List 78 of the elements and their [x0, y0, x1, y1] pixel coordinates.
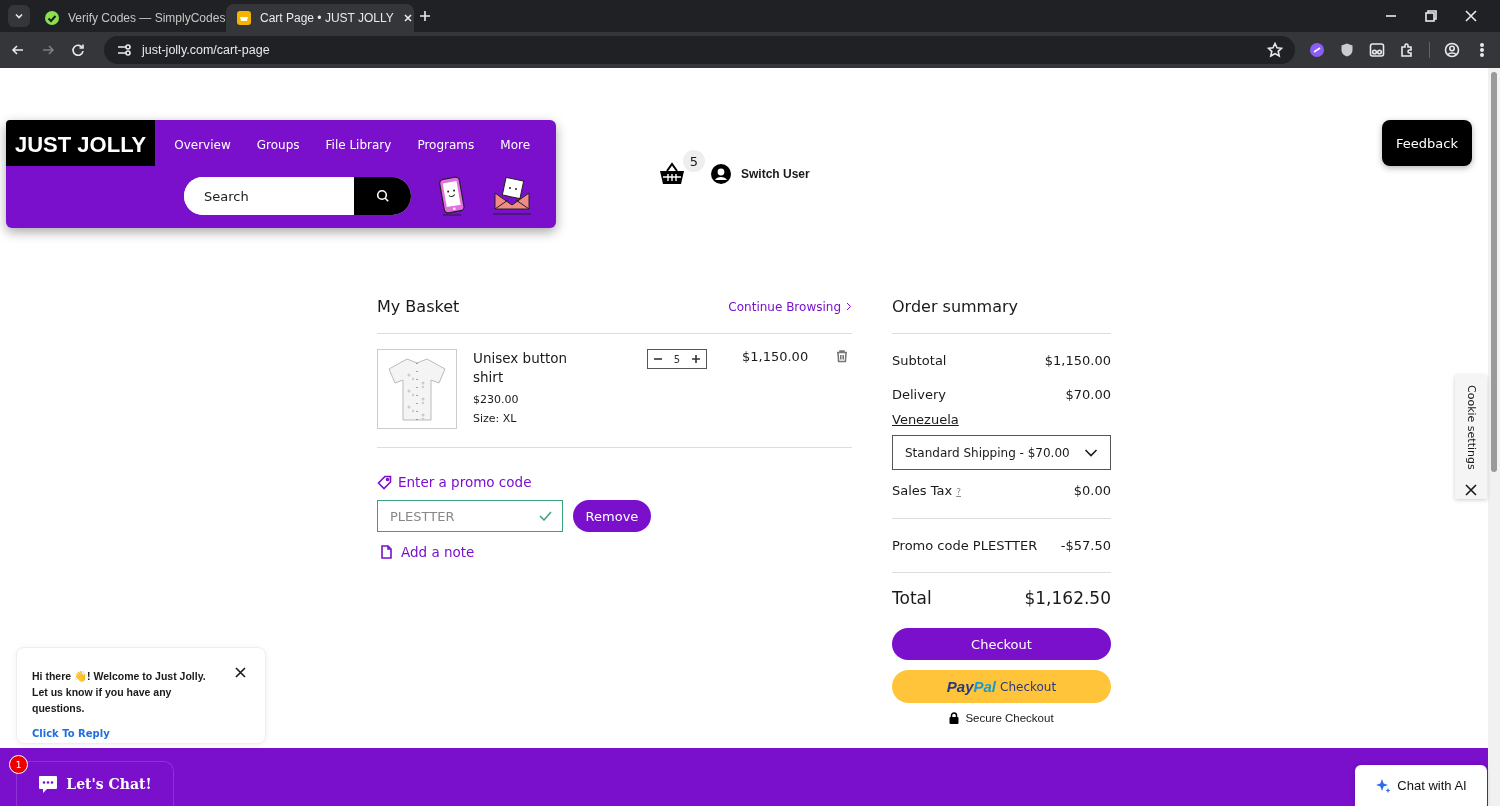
reload-icon[interactable]	[70, 42, 86, 58]
nav-link[interactable]: File Library	[312, 138, 405, 152]
discount-value: -$57.50	[1060, 538, 1111, 553]
chevron-down-icon	[1084, 448, 1098, 457]
paypal-checkout-button[interactable]: PayPal Checkout	[892, 670, 1111, 703]
promo-label: Promo code PLESTTER	[892, 538, 1038, 553]
checkmark-icon	[539, 511, 552, 521]
chat-message: Hi there 👋! Welcome to Just Jolly. Let us know if you have any questions.	[32, 669, 207, 716]
sparkle-icon	[1375, 777, 1392, 794]
tick-favicon-icon	[44, 10, 60, 26]
nav-link[interactable]: Groups	[243, 138, 313, 152]
close-icon[interactable]	[235, 667, 246, 678]
site-settings-icon[interactable]	[116, 42, 132, 58]
logo[interactable]: JUST JOLLY	[6, 120, 156, 166]
product-size: Size: XL	[473, 412, 518, 425]
basket-icon[interactable]	[659, 162, 685, 186]
summary-value: $1,150.00	[1044, 353, 1111, 368]
summary-value: $0.00	[1073, 483, 1111, 498]
envelope-drawing[interactable]	[493, 177, 531, 215]
cart-count-badge: 5	[683, 150, 705, 172]
cookie-settings-button[interactable]: Cookie settings	[1464, 385, 1478, 470]
checkout-button[interactable]: Checkout	[892, 628, 1111, 660]
promo-code-input[interactable]: PLESTTER	[388, 507, 539, 525]
summary-title: Order summary	[892, 297, 1019, 316]
chat-bubble-icon	[38, 774, 59, 794]
search-button[interactable]	[354, 177, 411, 215]
summary-value: $70.00	[1065, 387, 1111, 402]
lock-icon	[949, 712, 960, 724]
tab-title: Verify Codes — SimplyCodes	[68, 11, 226, 25]
summary-label: Sales Tax	[892, 483, 953, 498]
summary-label: Delivery	[892, 387, 946, 402]
country-link[interactable]: Venezuela	[892, 412, 959, 427]
line-total: $1,150.00	[742, 349, 810, 364]
new-tab-icon[interactable]	[418, 9, 432, 23]
nav-link[interactable]: More	[487, 138, 544, 152]
click-to-reply-link[interactable]: Click To Reply	[32, 728, 110, 739]
tab-search-button[interactable]	[8, 5, 30, 27]
address-bar[interactable]: just-jolly.com/cart-page	[104, 36, 1295, 64]
close-icon[interactable]	[401, 12, 414, 24]
chat-with-ai-button[interactable]: Chat with AI	[1355, 765, 1487, 806]
chevron-right-icon	[846, 302, 852, 311]
product-name[interactable]: Unisex button shirt	[473, 349, 573, 387]
tax-info-hint[interactable]: ?	[956, 487, 961, 497]
shipping-dropdown[interactable]: Standard Shipping - $70.00	[892, 435, 1111, 470]
secure-checkout-text: Secure Checkout	[965, 712, 1054, 724]
promo-code-field[interactable]: PLESTTER	[377, 500, 563, 532]
continue-browsing-link[interactable]: Continue Browsing	[728, 299, 852, 314]
add-note-link[interactable]: Add a note	[380, 544, 852, 560]
extension-logo-icon[interactable]	[1309, 42, 1325, 58]
goggles-icon[interactable]	[1369, 42, 1385, 58]
shield-icon[interactable]	[1339, 42, 1355, 58]
plus-icon[interactable]	[690, 353, 702, 365]
switch-user-button[interactable]: Switch User	[711, 164, 810, 184]
promo-code-link[interactable]: Enter a promo code	[377, 474, 852, 490]
search-icon	[375, 189, 390, 203]
nav-link[interactable]: Overview	[161, 138, 244, 152]
close-icon[interactable]	[1465, 483, 1477, 496]
tab-title: Cart Page • JUST JOLLY	[260, 11, 394, 25]
nav-link[interactable]: Programs	[404, 138, 488, 152]
document-icon	[380, 545, 393, 559]
summary-label: Subtotal	[892, 353, 947, 368]
basket-title: My Basket	[377, 297, 460, 316]
star-icon[interactable]	[1267, 42, 1283, 58]
feedback-button[interactable]: Feedback	[1382, 120, 1472, 166]
restore-icon[interactable]	[1424, 9, 1438, 23]
user-avatar-icon	[711, 164, 731, 184]
quantity-stepper[interactable]: 5	[647, 349, 707, 369]
remove-button[interactable]: Remove	[573, 500, 651, 532]
profile-icon[interactable]	[1444, 42, 1460, 58]
total-value: $1,162.50	[1024, 588, 1111, 608]
extensions-puzzle-icon[interactable]	[1399, 42, 1415, 58]
basket-favicon-icon	[236, 10, 252, 26]
total-label: Total	[892, 588, 932, 608]
browser-tab[interactable]: Cart Page • JUST JOLLY	[226, 4, 414, 32]
search-bar[interactable]: Search	[184, 177, 411, 215]
unit-price: $230.00	[473, 393, 520, 406]
trash-icon[interactable]	[835, 349, 849, 364]
tag-icon	[377, 474, 392, 490]
